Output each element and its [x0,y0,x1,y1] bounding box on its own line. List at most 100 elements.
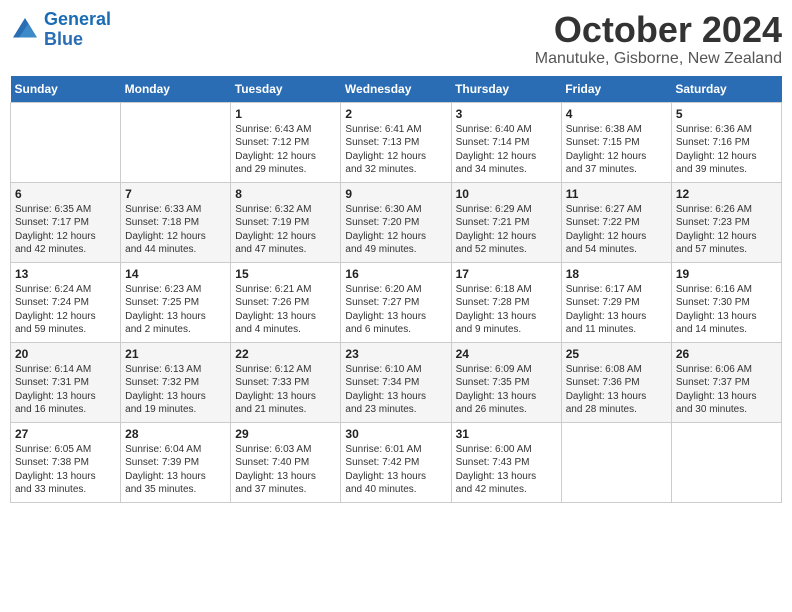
day-info: Sunrise: 6:08 AM Sunset: 7:36 PM Dayligh… [566,363,667,417]
page-header: General Blue October 2024 Manutuke, Gisb… [10,10,782,68]
day-info: Sunrise: 6:23 AM Sunset: 7:25 PM Dayligh… [125,283,226,337]
calendar-cell: 5Sunrise: 6:36 AM Sunset: 7:16 PM Daylig… [671,102,781,182]
calendar-cell: 14Sunrise: 6:23 AM Sunset: 7:25 PM Dayli… [121,262,231,342]
calendar-cell: 20 Sunrise: 6:14 AM Sunset: 7:31 PM Dayli… [11,342,121,422]
day-info: Sunrise: 6:38 AM Sunset: 7:15 PM Dayligh… [566,123,667,177]
calendar-cell: 29Sunrise: 6:03 AM Sunset: 7:40 PM Dayli… [231,422,341,502]
calendar-cell [11,102,121,182]
logo-icon [10,15,40,45]
calendar-cell: 2 Sunrise: 6:41 AM Sunset: 7:13 PM Daylig… [341,102,451,182]
calendar-cell: 30 Sunrise: 6:01 AM Sunset: 7:42 PM Dayli… [341,422,451,502]
logo-text: General Blue [44,10,111,50]
day-number: 10 [456,187,557,201]
weekday-header-monday: Monday [121,76,231,103]
day-info: Sunrise: 6:40 AM Sunset: 7:14 PM Dayligh… [456,123,557,177]
calendar-cell: 27 Sunrise: 6:05 AM Sunset: 7:38 PM Dayli… [11,422,121,502]
calendar-cell: 1 Sunrise: 6:43 AM Sunset: 7:12 PM Daylig… [231,102,341,182]
day-info: Sunrise: 6:43 AM Sunset: 7:12 PM Dayligh… [235,123,336,177]
day-number: 18 [566,267,667,281]
weekday-header-wednesday: Wednesday [341,76,451,103]
day-info: Sunrise: 6:17 AM Sunset: 7:29 PM Dayligh… [566,283,667,337]
logo: General Blue [10,10,111,50]
calendar-week-4: 20 Sunrise: 6:14 AM Sunset: 7:31 PM Dayli… [11,342,782,422]
day-info: Sunrise: 6:36 AM Sunset: 7:16 PM Dayligh… [676,123,777,177]
day-number: 22 [235,347,336,361]
day-number: 6 [15,187,116,201]
calendar-cell [121,102,231,182]
weekday-header-thursday: Thursday [451,76,561,103]
day-number: 9 [345,187,446,201]
day-info: Sunrise: 6:14 AM Sunset: 7:31 PM Dayligh… [15,363,116,417]
weekday-header-saturday: Saturday [671,76,781,103]
day-number: 27 [15,427,116,441]
day-number: 28 [125,427,226,441]
day-number: 2 [345,107,446,121]
day-info: Sunrise: 6:03 AM Sunset: 7:40 PM Dayligh… [235,443,336,497]
calendar-cell: 11 Sunrise: 6:27 AM Sunset: 7:22 PM Dayli… [561,182,671,262]
day-info: Sunrise: 6:00 AM Sunset: 7:43 PM Dayligh… [456,443,557,497]
calendar-cell: 21 Sunrise: 6:13 AM Sunset: 7:32 PM Dayli… [121,342,231,422]
day-number: 3 [456,107,557,121]
day-number: 21 [125,347,226,361]
day-number: 17 [456,267,557,281]
logo-line1: General [44,9,111,29]
day-info: Sunrise: 6:13 AM Sunset: 7:32 PM Dayligh… [125,363,226,417]
day-info: Sunrise: 6:41 AM Sunset: 7:13 PM Dayligh… [345,123,446,177]
day-number: 16 [345,267,446,281]
day-info: Sunrise: 6:33 AM Sunset: 7:18 PM Dayligh… [125,203,226,257]
day-info: Sunrise: 6:12 AM Sunset: 7:33 PM Dayligh… [235,363,336,417]
day-number: 8 [235,187,336,201]
calendar-cell: 16Sunrise: 6:20 AM Sunset: 7:27 PM Dayli… [341,262,451,342]
calendar-cell: 19 Sunrise: 6:16 AM Sunset: 7:30 PM Dayli… [671,262,781,342]
calendar-cell: 10 Sunrise: 6:29 AM Sunset: 7:21 PM Dayli… [451,182,561,262]
calendar-cell: 31 Sunrise: 6:00 AM Sunset: 7:43 PM Dayli… [451,422,561,502]
day-info: Sunrise: 6:32 AM Sunset: 7:19 PM Dayligh… [235,203,336,257]
calendar-cell: 18 Sunrise: 6:17 AM Sunset: 7:29 PM Dayli… [561,262,671,342]
calendar-cell: 4 Sunrise: 6:38 AM Sunset: 7:15 PM Daylig… [561,102,671,182]
day-info: Sunrise: 6:24 AM Sunset: 7:24 PM Dayligh… [15,283,116,337]
day-number: 30 [345,427,446,441]
calendar-table: SundayMondayTuesdayWednesdayThursdayFrid… [10,76,782,503]
day-number: 1 [235,107,336,121]
calendar-cell: 12Sunrise: 6:26 AM Sunset: 7:23 PM Dayli… [671,182,781,262]
title-area: October 2024 Manutuke, Gisborne, New Zea… [535,10,782,68]
day-info: Sunrise: 6:21 AM Sunset: 7:26 PM Dayligh… [235,283,336,337]
calendar-cell: 15 Sunrise: 6:21 AM Sunset: 7:26 PM Dayli… [231,262,341,342]
calendar-week-1: 1 Sunrise: 6:43 AM Sunset: 7:12 PM Daylig… [11,102,782,182]
day-info: Sunrise: 6:26 AM Sunset: 7:23 PM Dayligh… [676,203,777,257]
day-number: 23 [345,347,446,361]
calendar-cell [671,422,781,502]
calendar-cell: 25Sunrise: 6:08 AM Sunset: 7:36 PM Dayli… [561,342,671,422]
day-number: 13 [15,267,116,281]
day-info: Sunrise: 6:29 AM Sunset: 7:21 PM Dayligh… [456,203,557,257]
day-info: Sunrise: 6:01 AM Sunset: 7:42 PM Dayligh… [345,443,446,497]
calendar-cell: 6 Sunrise: 6:35 AM Sunset: 7:17 PM Daylig… [11,182,121,262]
day-number: 11 [566,187,667,201]
calendar-cell: 3 Sunrise: 6:40 AM Sunset: 7:14 PM Daylig… [451,102,561,182]
month-title: October 2024 [535,10,782,50]
day-info: Sunrise: 6:16 AM Sunset: 7:30 PM Dayligh… [676,283,777,337]
day-number: 31 [456,427,557,441]
day-number: 15 [235,267,336,281]
day-number: 26 [676,347,777,361]
calendar-cell: 8 Sunrise: 6:32 AM Sunset: 7:19 PM Daylig… [231,182,341,262]
location: Manutuke, Gisborne, New Zealand [535,50,782,68]
day-info: Sunrise: 6:35 AM Sunset: 7:17 PM Dayligh… [15,203,116,257]
day-info: Sunrise: 6:27 AM Sunset: 7:22 PM Dayligh… [566,203,667,257]
day-info: Sunrise: 6:05 AM Sunset: 7:38 PM Dayligh… [15,443,116,497]
weekday-header-row: SundayMondayTuesdayWednesdayThursdayFrid… [11,76,782,103]
weekday-header-tuesday: Tuesday [231,76,341,103]
calendar-week-3: 13 Sunrise: 6:24 AM Sunset: 7:24 PM Dayli… [11,262,782,342]
day-info: Sunrise: 6:09 AM Sunset: 7:35 PM Dayligh… [456,363,557,417]
calendar-cell: 7 Sunrise: 6:33 AM Sunset: 7:18 PM Daylig… [121,182,231,262]
calendar-cell: 24Sunrise: 6:09 AM Sunset: 7:35 PM Dayli… [451,342,561,422]
day-number: 4 [566,107,667,121]
weekday-header-sunday: Sunday [11,76,121,103]
day-info: Sunrise: 6:30 AM Sunset: 7:20 PM Dayligh… [345,203,446,257]
calendar-cell [561,422,671,502]
day-number: 7 [125,187,226,201]
day-number: 19 [676,267,777,281]
day-info: Sunrise: 6:10 AM Sunset: 7:34 PM Dayligh… [345,363,446,417]
day-number: 20 [15,347,116,361]
calendar-cell: 9 Sunrise: 6:30 AM Sunset: 7:20 PM Daylig… [341,182,451,262]
